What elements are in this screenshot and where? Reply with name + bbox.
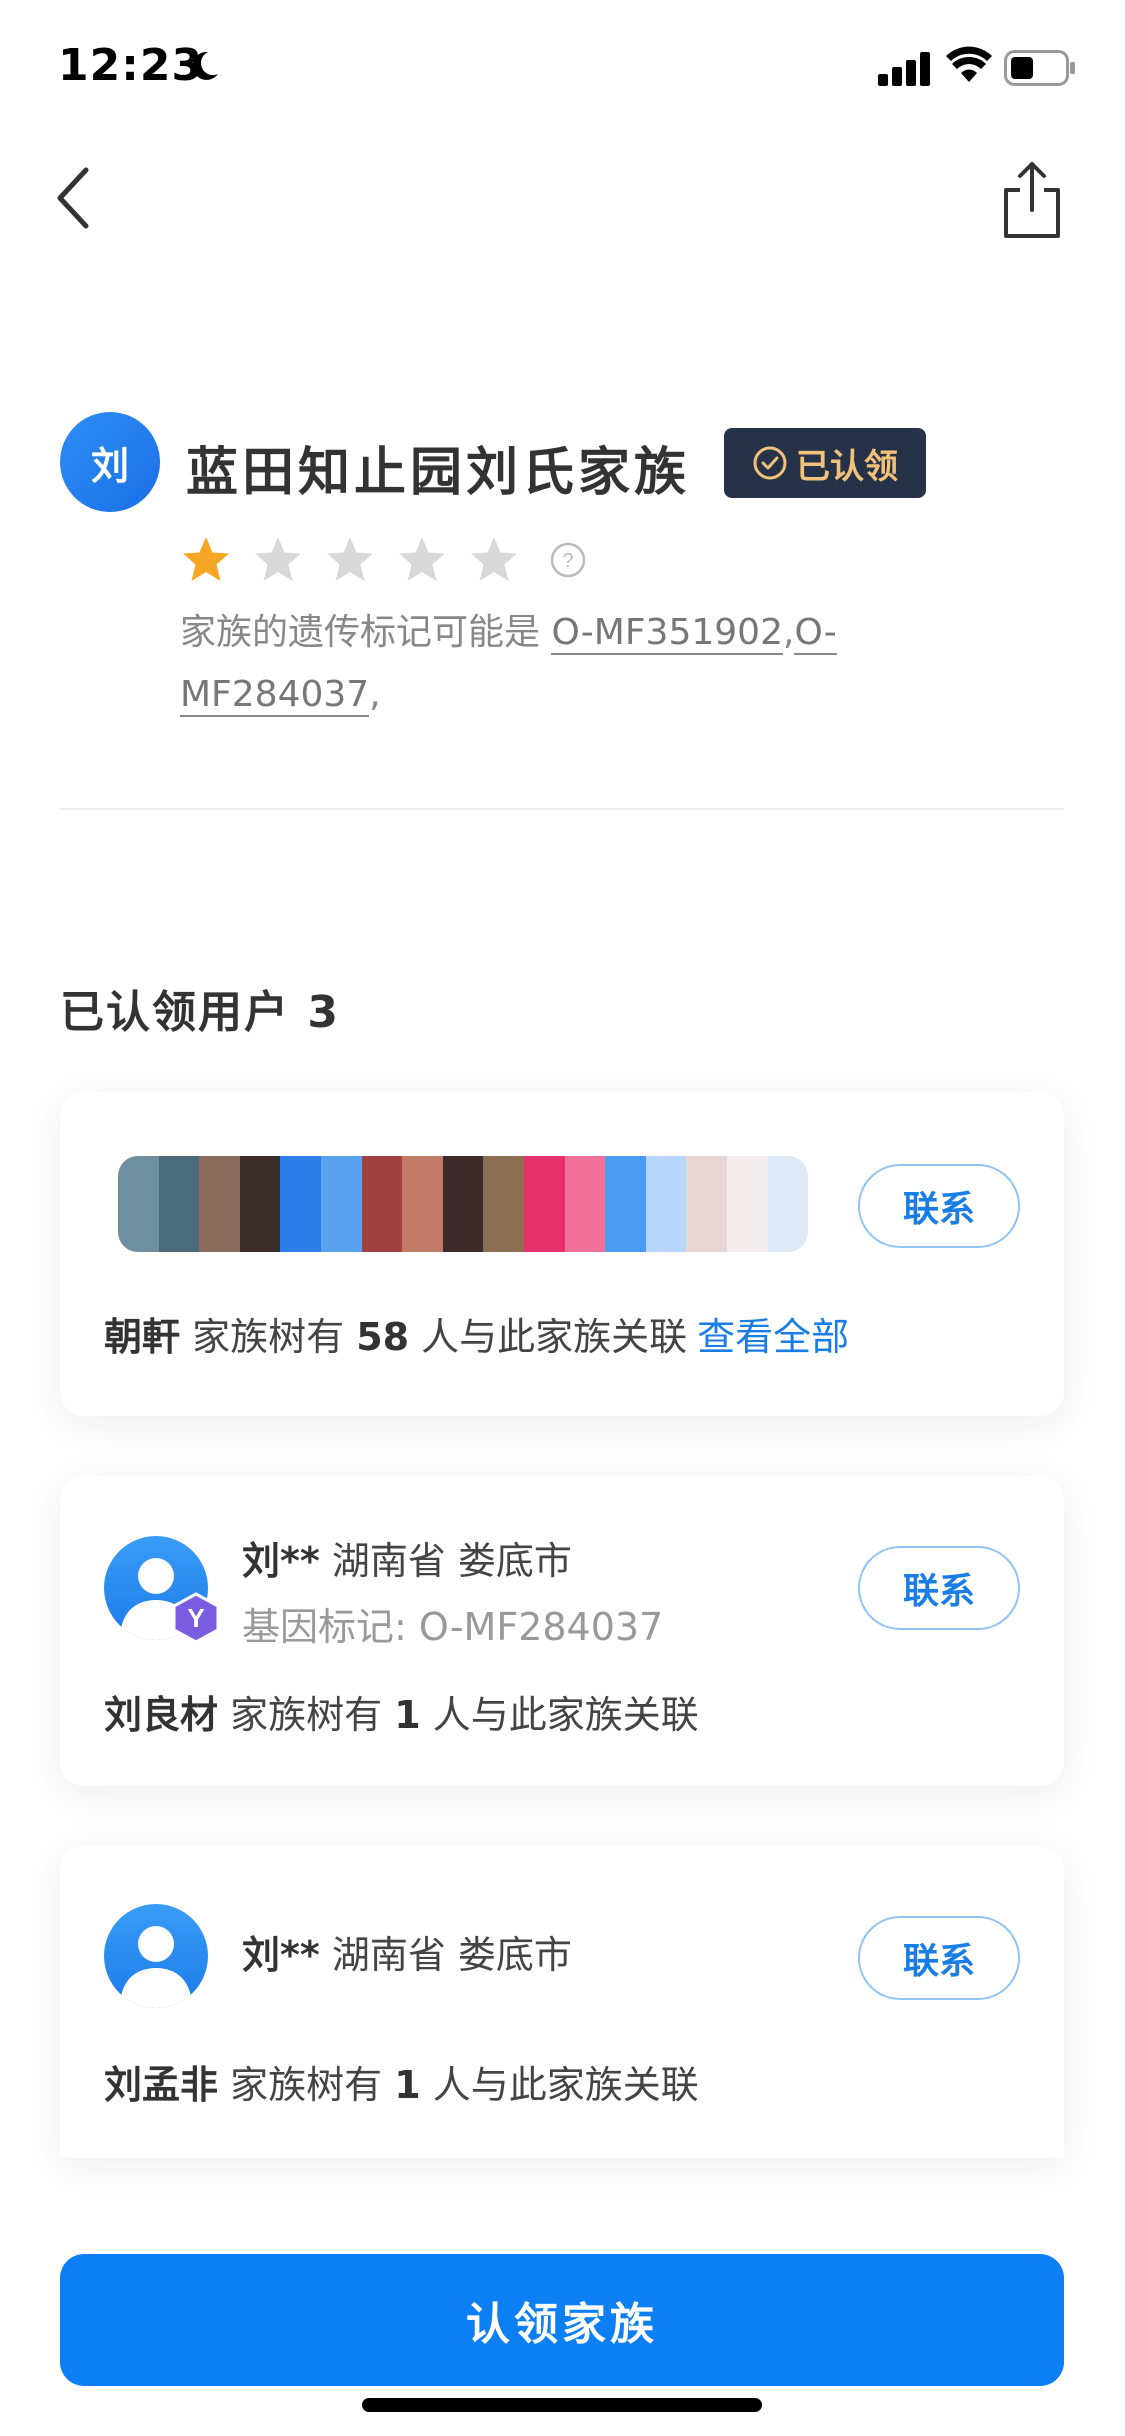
moon-icon	[192, 51, 218, 80]
family-tree-info: 刘孟非 家族树有 1 人与此家族关联	[104, 2054, 699, 2109]
share-icon[interactable]	[1000, 156, 1064, 240]
gene-marker: 基因标记: O-MF284037	[242, 1605, 664, 1649]
claim-family-button[interactable]: 认领家族	[60, 2254, 1064, 2386]
back-icon[interactable]	[50, 160, 100, 236]
location-text: 湖南省 娄底市	[319, 1539, 572, 1583]
tree-text: 家族树有	[218, 2063, 395, 2107]
marker-prefix: 家族的遗传标记可能是	[180, 612, 552, 653]
tree-text: 家族树有	[218, 1693, 395, 1737]
status-bar: 12:23	[0, 0, 1125, 132]
claimed-user-card: Y 刘** 湖南省 娄底市 基因标记: O-MF284037 联系 刘良材 家族…	[60, 1476, 1064, 1786]
tree-count: 1	[394, 2063, 421, 2107]
user-name: 朝軒	[104, 1315, 181, 1359]
marker-separator: ,	[782, 612, 795, 653]
claimed-badge-label: 已认领	[796, 446, 898, 487]
user-location: 刘** 湖南省 娄底市	[242, 1530, 572, 1585]
status-time: 12:23	[58, 40, 204, 91]
star-icon	[471, 537, 517, 581]
star-icon	[255, 537, 301, 581]
star-icon	[327, 537, 373, 581]
marker-end: ,	[369, 674, 381, 715]
user-location: 刘** 湖南省 娄底市	[242, 1924, 572, 1979]
tree-text-end: 人与此家族关联	[420, 2063, 699, 2107]
genetic-marker-text: 家族的遗传标记可能是 O-MF351902,O-MF284037,	[180, 602, 940, 726]
claimed-user-card: 刘** 湖南省 娄底市 联系 刘孟非 家族树有 1 人与此家族关联	[60, 1846, 1064, 2158]
family-tree-info: 朝軒 家族树有 58 人与此家族关联 查看全部	[104, 1306, 849, 1361]
signal-icon	[878, 52, 930, 86]
tree-text-end: 人与此家族关联	[420, 1693, 699, 1737]
star-rating: ?	[180, 534, 586, 586]
y-haplogroup-badge-icon: Y	[172, 1592, 220, 1644]
user-masked-name: 刘**	[242, 1933, 320, 1977]
marker-link-1[interactable]: O-MF351902	[551, 612, 783, 655]
claimed-user-card: 联系 朝軒 家族树有 58 人与此家族关联 查看全部	[60, 1092, 1064, 1416]
tree-count: 1	[394, 1693, 421, 1737]
family-name: 蓝田知止园刘氏家族	[186, 443, 691, 503]
avatar	[104, 1904, 208, 2008]
user-masked-name: 刘**	[242, 1539, 320, 1583]
contact-button[interactable]: 联系	[858, 1164, 1020, 1248]
wifi-icon	[946, 46, 992, 82]
svg-text:Y: Y	[187, 1603, 204, 1633]
family-tree-info: 刘良材 家族树有 1 人与此家族关联	[104, 1684, 699, 1739]
section-title: 已认领用户 3	[60, 987, 340, 1038]
user-name: 刘孟非	[104, 2063, 219, 2107]
tree-text: 家族树有	[180, 1315, 357, 1359]
help-icon[interactable]: ?	[550, 542, 586, 578]
home-indicator	[362, 2398, 762, 2412]
divider	[60, 808, 1064, 810]
user-name: 刘良材	[104, 1693, 219, 1737]
family-avatar: 刘	[60, 412, 160, 512]
battery-icon	[1004, 50, 1075, 86]
check-circle-icon	[753, 446, 787, 480]
contact-button[interactable]: 联系	[858, 1546, 1020, 1630]
contact-button[interactable]: 联系	[858, 1916, 1020, 2000]
person-icon	[120, 1926, 192, 2008]
tree-text-end: 人与此家族关联	[409, 1315, 688, 1359]
tree-count: 58	[356, 1315, 410, 1359]
location-text: 湖南省 娄底市	[319, 1933, 572, 1977]
claimed-badge: 已认领	[724, 428, 926, 498]
blurred-avatar-region	[118, 1156, 808, 1252]
svg-text:?: ?	[562, 550, 573, 572]
star-icon	[399, 537, 445, 581]
star-icon-filled	[183, 537, 229, 581]
view-all-link[interactable]: 查看全部	[697, 1315, 849, 1359]
